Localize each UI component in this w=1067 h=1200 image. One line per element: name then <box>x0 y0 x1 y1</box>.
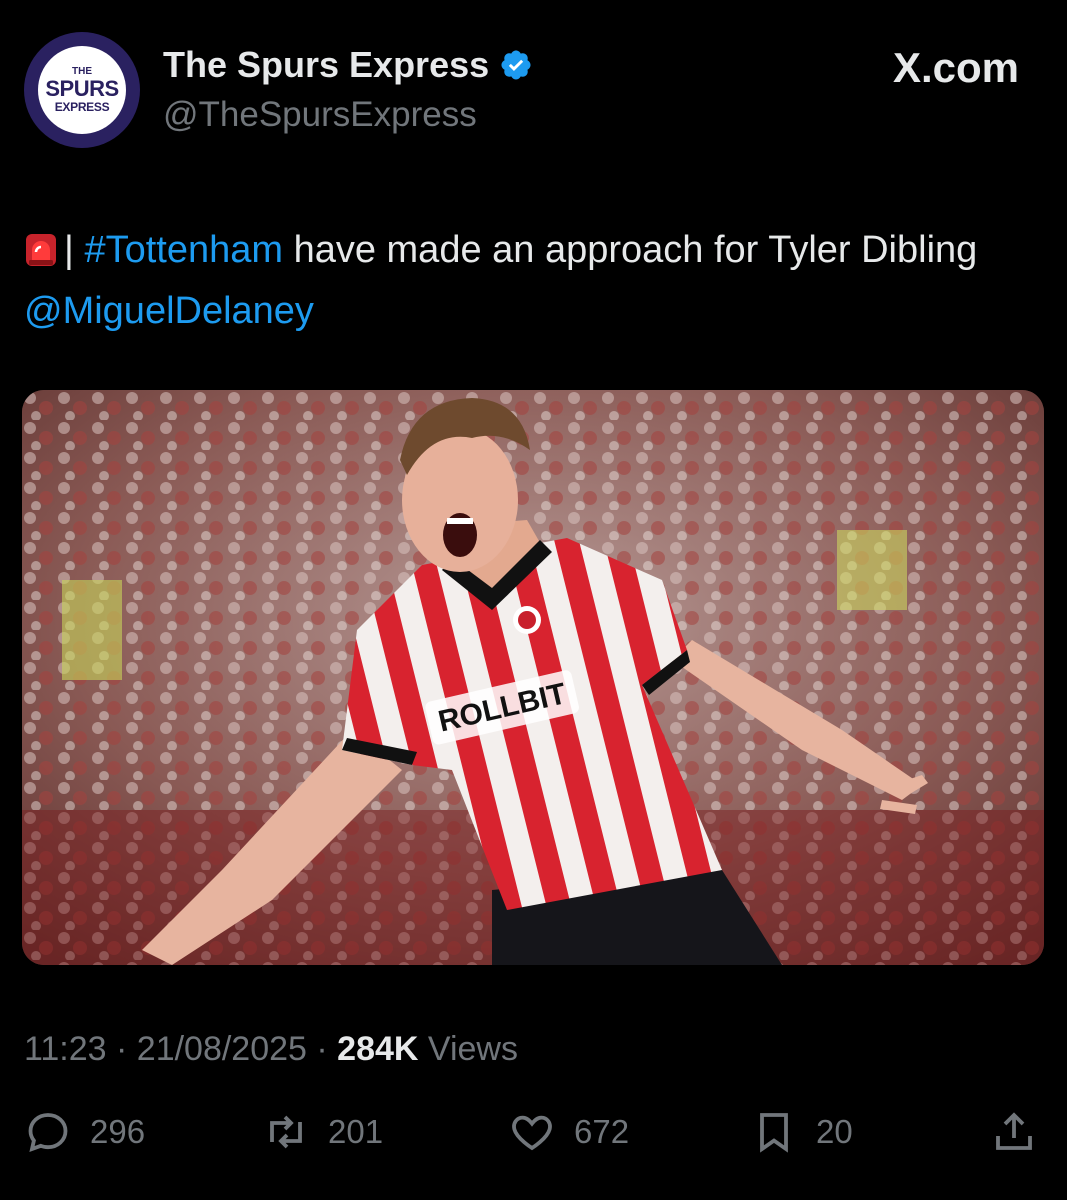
author-name-row: The Spurs Express <box>163 44 533 86</box>
reply-button[interactable]: 296 <box>24 1108 145 1156</box>
avatar[interactable]: THE SPURS EXPRESS <box>24 32 140 148</box>
tweet-text: | #Tottenham have made an approach for T… <box>24 220 1034 342</box>
share-icon <box>996 1112 1032 1150</box>
like-count: 672 <box>574 1113 630 1150</box>
tweet-photo[interactable]: ROLLBIT <box>22 390 1044 965</box>
views-label: Views <box>418 1030 518 1068</box>
repost-count: 201 <box>328 1113 384 1150</box>
tweet-meta: 11:23 · 21/08/2025 · 284K Views <box>24 1030 518 1069</box>
bookmark-button[interactable]: 20 <box>750 1108 853 1156</box>
mention-link[interactable]: @MiguelDelaney <box>24 290 314 332</box>
author-handle[interactable]: @TheSpursExpress <box>163 95 477 135</box>
tweet-date[interactable]: 21/08/2025 <box>137 1030 307 1068</box>
hashtag-link[interactable]: #Tottenham <box>84 229 283 271</box>
player-celebration-image: ROLLBIT <box>22 390 1044 965</box>
reply-count: 296 <box>90 1113 146 1150</box>
spurs-express-logo: THE SPURS EXPRESS <box>38 46 126 134</box>
logo-text-express: EXPRESS <box>54 100 110 114</box>
action-bar: 296 201 672 20 <box>0 1108 1067 1164</box>
meta-dot: · <box>106 1030 137 1068</box>
like-button[interactable]: 672 <box>508 1108 629 1156</box>
bookmark-icon <box>760 1113 788 1153</box>
views-count: 284K <box>337 1030 419 1068</box>
reply-icon <box>28 1113 68 1152</box>
repost-button[interactable]: 201 <box>262 1108 383 1156</box>
bookmark-count: 20 <box>816 1113 853 1150</box>
author-display-name[interactable]: The Spurs Express <box>163 44 489 86</box>
tweet-time[interactable]: 11:23 <box>24 1030 107 1068</box>
logo-text-spurs: SPURS <box>45 76 119 101</box>
site-label: X.com <box>892 44 1019 91</box>
repost-icon <box>270 1115 302 1149</box>
meta-dot: · <box>306 1030 338 1068</box>
verified-badge-icon <box>501 50 531 80</box>
separator: | <box>64 229 74 271</box>
tweet-body: have made an approach for Tyler Dibling <box>283 229 978 271</box>
siren-icon <box>26 234 56 266</box>
share-button[interactable] <box>990 1108 1038 1156</box>
heart-icon <box>512 1115 552 1151</box>
